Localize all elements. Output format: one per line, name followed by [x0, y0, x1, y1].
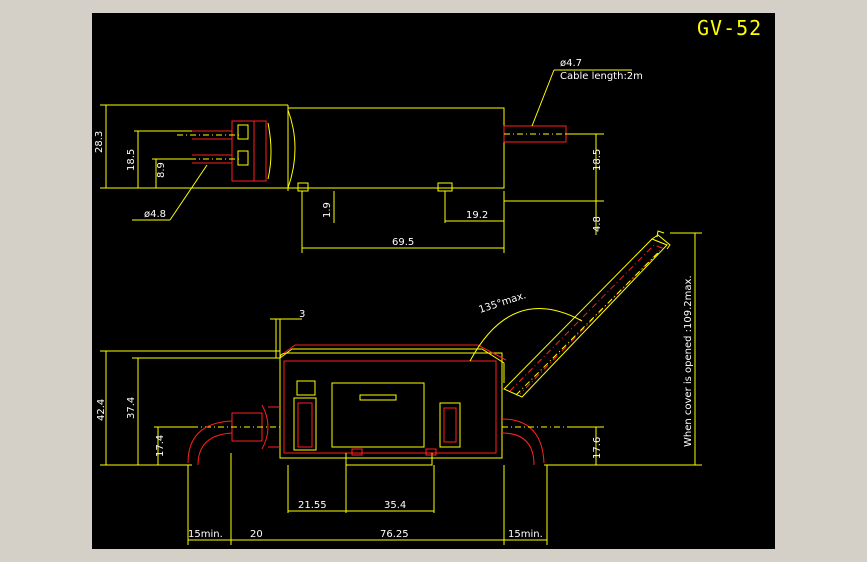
dim-20: 20	[250, 529, 263, 540]
opened-cover	[503, 230, 671, 398]
dim-3: 3	[299, 309, 305, 320]
dim-4-8: 4.8	[592, 216, 603, 232]
dim-42-4: 42.4	[96, 399, 107, 421]
top-body-outline	[287, 107, 505, 189]
top-view: 28.3 18.5 8.9 ø4.8 ø4.7 Cable length:2m …	[94, 58, 643, 253]
dim-8-9: 8.9	[156, 162, 167, 178]
cover-note: When cover is opened :109.2max.	[683, 275, 694, 447]
side-view: 135°max. 3 42.4 37.4 17.4 17.6 When cove…	[96, 230, 702, 545]
cad-window: GV-52 28.3 18.5 8.9 ø4.8 ø4.7 Cable leng…	[0, 0, 867, 562]
drawing-viewport[interactable]: GV-52 28.3 18.5 8.9 ø4.8 ø4.7 Cable leng…	[92, 13, 775, 549]
dim-21-55: 21.55	[298, 500, 327, 511]
dim-28-3: 28.3	[94, 131, 105, 153]
side-body-outline	[279, 352, 503, 459]
dim-19-2: 19.2	[466, 210, 488, 221]
side-window-right	[439, 402, 461, 448]
technical-drawing: GV-52 28.3 18.5 8.9 ø4.8 ø4.7 Cable leng…	[94, 16, 762, 545]
dim-18-5-right: 18.5	[592, 149, 603, 171]
dim-15min-right: 15min.	[508, 529, 543, 540]
cable-length: Cable length:2m	[560, 71, 643, 82]
cable-diameter: ø4.7	[560, 58, 582, 69]
dim-76-25: 76.25	[380, 529, 409, 540]
dim-17-4: 17.4	[155, 435, 166, 457]
dim-18-5-left: 18.5	[126, 149, 137, 171]
dim-17-6: 17.6	[592, 437, 603, 459]
dim-4-8-diameter: ø4.8	[144, 209, 166, 220]
side-window-left	[293, 397, 317, 451]
dim-37-4: 37.4	[126, 397, 137, 419]
dim-69-5: 69.5	[392, 237, 414, 248]
dim-35-4: 35.4	[384, 500, 406, 511]
dim-1-9: 1.9	[322, 202, 333, 218]
drawing-title: GV-52	[697, 16, 762, 40]
dim-15min-left: 15min.	[188, 529, 223, 540]
